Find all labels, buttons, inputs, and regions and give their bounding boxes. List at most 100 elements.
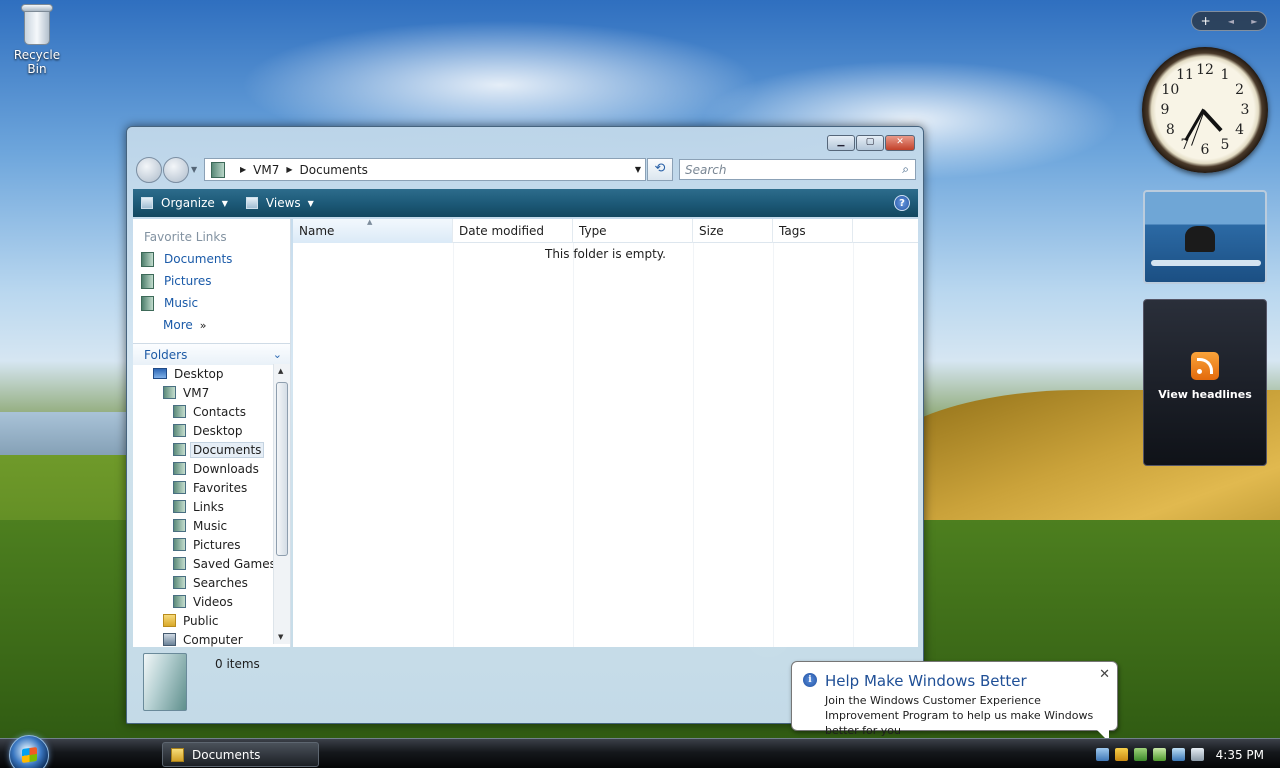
tree-item-label: Desktop bbox=[174, 366, 224, 381]
recent-pages-dropdown[interactable]: ▼ bbox=[191, 165, 197, 174]
tree-item[interactable]: Documents bbox=[133, 440, 290, 459]
tree-item[interactable]: Desktop bbox=[133, 421, 290, 440]
tree-item[interactable]: Pictures bbox=[133, 535, 290, 554]
documents-folder-large-icon bbox=[143, 653, 187, 711]
saved-games-folder-icon bbox=[173, 557, 186, 570]
search-input[interactable]: Search ⌕ bbox=[679, 159, 916, 180]
item-count: 0 items bbox=[215, 657, 260, 671]
taskbar: Documents 4:35 PM bbox=[0, 735, 1280, 768]
sidebar-prev-button[interactable]: ◄ bbox=[1228, 17, 1234, 26]
checkmark-icon[interactable] bbox=[1153, 748, 1166, 761]
tree-item[interactable]: Computer bbox=[133, 630, 290, 647]
search-icon[interactable]: ⌕ bbox=[902, 162, 909, 177]
tree-item-label: Music bbox=[193, 518, 228, 533]
feed-headlines-gadget[interactable]: View headlines bbox=[1143, 299, 1267, 466]
favorite-link-label: Documents bbox=[164, 252, 233, 266]
folder-tree-scrollbar[interactable]: ▲ ▼ bbox=[273, 364, 290, 644]
organize-button[interactable]: Organize ▼ bbox=[141, 196, 228, 210]
slideshow-gadget[interactable] bbox=[1143, 190, 1267, 284]
downloads-folder-icon bbox=[173, 462, 186, 475]
taskbar-clock[interactable]: 4:35 PM bbox=[1216, 748, 1264, 762]
tree-item[interactable]: Videos bbox=[133, 592, 290, 611]
tree-item[interactable]: Downloads bbox=[133, 459, 290, 478]
tree-item[interactable]: Links bbox=[133, 497, 290, 516]
maximize-button[interactable]: ▢ bbox=[856, 135, 884, 151]
tree-item[interactable]: Searches bbox=[133, 573, 290, 592]
favorite-link-pictures[interactable]: Pictures bbox=[133, 270, 290, 292]
chevron-down-icon: ▼ bbox=[307, 198, 314, 208]
clock-gadget[interactable]: 12 1 2 3 4 5 6 7 8 9 10 11 bbox=[1142, 47, 1268, 173]
tree-item-label: Downloads bbox=[193, 461, 259, 476]
folders-header[interactable]: Folders ⌄ bbox=[133, 343, 290, 365]
column-header-label: Name bbox=[299, 224, 335, 238]
scrollbar-thumb[interactable] bbox=[276, 382, 288, 556]
explorer-window[interactable]: ▁ ▢ ✕ ▼ ▶ VM7 ▶ Documents ▼ ⟲ Search ⌕ O… bbox=[126, 126, 924, 724]
close-button[interactable]: ✕ bbox=[885, 135, 915, 151]
tree-item[interactable]: Favorites bbox=[133, 478, 290, 497]
breadcrumb-documents[interactable]: Documents bbox=[300, 163, 368, 177]
search-placeholder: Search bbox=[685, 162, 727, 177]
folder-icon bbox=[171, 747, 184, 762]
links-folder-icon bbox=[173, 500, 186, 513]
start-button[interactable] bbox=[9, 735, 49, 768]
tree-item[interactable]: Music bbox=[133, 516, 290, 535]
desktop-icon bbox=[153, 368, 167, 379]
column-header-label: Type bbox=[579, 224, 607, 238]
column-header-type[interactable]: Type bbox=[573, 219, 693, 243]
favorite-links-header: Favorite Links bbox=[144, 230, 227, 244]
help-button[interactable]: ? bbox=[894, 195, 910, 211]
tree-item[interactable]: Public bbox=[133, 611, 290, 630]
whale-tail-image bbox=[1185, 226, 1215, 252]
windows-update-icon[interactable] bbox=[1134, 748, 1147, 761]
views-label: Views bbox=[265, 196, 301, 210]
views-icon bbox=[245, 197, 258, 209]
address-dropdown-icon[interactable]: ▼ bbox=[635, 165, 641, 174]
minimize-button[interactable]: ▁ bbox=[827, 135, 855, 151]
volume-muted-icon[interactable] bbox=[1191, 748, 1204, 761]
address-bar[interactable]: ▶ VM7 ▶ Documents ▼ bbox=[204, 158, 646, 181]
scroll-down-icon[interactable]: ▼ bbox=[278, 633, 283, 641]
display-icon[interactable] bbox=[1172, 748, 1185, 761]
notification-title[interactable]: Help Make Windows Better bbox=[825, 672, 1027, 690]
clock-number: 8 bbox=[1165, 122, 1175, 138]
network-icon[interactable] bbox=[1096, 748, 1109, 761]
close-icon[interactable]: ✕ bbox=[1099, 667, 1110, 682]
clock-number: 12 bbox=[1196, 62, 1214, 78]
taskbar-window-documents[interactable]: Documents bbox=[162, 742, 319, 767]
refresh-button[interactable]: ⟲ bbox=[647, 158, 673, 181]
column-header-date-modified[interactable]: Date modified bbox=[453, 219, 573, 243]
folders-label: Folders bbox=[144, 347, 188, 362]
back-button[interactable] bbox=[136, 157, 162, 183]
views-button[interactable]: Views ▼ bbox=[245, 196, 314, 210]
tree-item[interactable]: Contacts bbox=[133, 402, 290, 421]
window-controls: ▁ ▢ ✕ bbox=[827, 135, 915, 151]
breadcrumb-vm7[interactable]: VM7 bbox=[253, 163, 279, 177]
tree-item[interactable]: VM7 bbox=[133, 383, 290, 402]
notification-message[interactable]: Join the Windows Customer Experience Imp… bbox=[825, 693, 1113, 738]
desktop-folder-icon bbox=[173, 424, 186, 437]
breadcrumb-separator-icon[interactable]: ▶ bbox=[286, 165, 292, 174]
breadcrumb-separator-icon[interactable]: ▶ bbox=[240, 165, 246, 174]
column-divider bbox=[453, 243, 454, 647]
column-header-size[interactable]: Size bbox=[693, 219, 773, 243]
add-gadget-button[interactable]: + bbox=[1201, 14, 1211, 28]
tree-item[interactable]: Saved Games bbox=[133, 554, 290, 573]
security-shield-icon[interactable] bbox=[1115, 748, 1128, 761]
tree-item[interactable]: Desktop bbox=[133, 364, 290, 383]
user-folder-icon bbox=[163, 386, 176, 399]
forward-button[interactable] bbox=[163, 157, 189, 183]
scroll-up-icon[interactable]: ▲ bbox=[278, 367, 283, 375]
favorite-link-documents[interactable]: Documents bbox=[133, 248, 290, 270]
pictures-folder-icon bbox=[141, 273, 154, 289]
favorite-link-music[interactable]: Music bbox=[133, 292, 290, 314]
recycle-bin[interactable]: Recycle Bin bbox=[4, 2, 70, 76]
column-header-name[interactable]: ▲ Name bbox=[293, 218, 453, 243]
file-list[interactable]: ▲ Name Date modified Type Size Tags This… bbox=[293, 218, 918, 647]
feed-headlines-label[interactable]: View headlines bbox=[1144, 388, 1266, 401]
favorite-links-more[interactable]: More » bbox=[133, 314, 290, 336]
notification-balloon[interactable]: i Help Make Windows Better Join the Wind… bbox=[791, 661, 1118, 742]
recycle-bin-icon bbox=[20, 2, 54, 46]
sidebar-next-button[interactable]: ► bbox=[1251, 17, 1257, 26]
sort-ascending-icon: ▲ bbox=[367, 218, 373, 226]
column-header-tags[interactable]: Tags bbox=[773, 219, 853, 243]
